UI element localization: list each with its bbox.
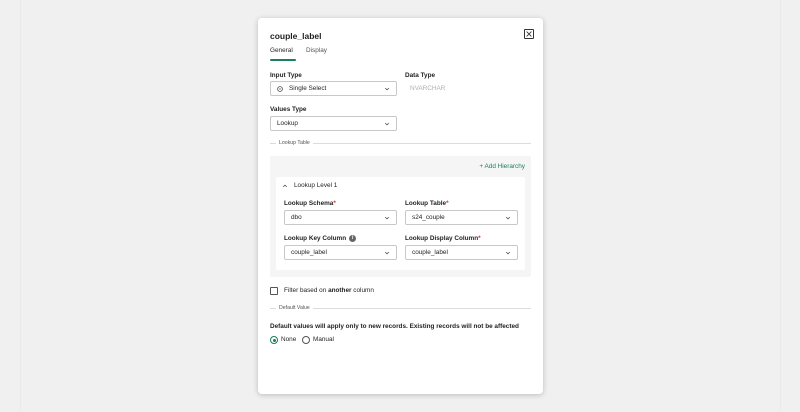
tab-display[interactable]: Display <box>306 47 327 54</box>
radio-manual[interactable] <box>302 336 310 344</box>
info-icon[interactable]: i <box>349 235 357 242</box>
lookup-key-column-select[interactable]: couple_label <box>284 245 397 260</box>
tab-general[interactable]: General <box>270 47 293 54</box>
lookup-schema-value: dbo <box>291 214 302 221</box>
values-type-label: Values Type <box>270 106 307 113</box>
chevron-up-icon[interactable] <box>282 183 288 189</box>
lookup-table-value: s24_couple <box>412 214 445 221</box>
chevron-down-icon <box>384 251 390 255</box>
backdrop-column <box>20 0 21 412</box>
lookup-key-column-label: Lookup Key Column i <box>284 235 357 243</box>
lookup-level-card: Lookup Level 1 Lookup Schema* dbo Lookup… <box>276 177 525 270</box>
radio-manual-label: Manual <box>313 336 334 343</box>
chevron-down-icon <box>384 122 390 126</box>
chevron-down-icon <box>384 87 390 91</box>
active-tab-indicator <box>270 59 296 61</box>
lookup-table-label-text: Lookup Table <box>405 200 447 207</box>
chevron-down-icon <box>384 216 390 220</box>
lookup-display-column-label: Lookup Display Column* <box>405 235 481 242</box>
input-type-select[interactable]: Single Select <box>270 81 397 96</box>
data-type-value: NVARCHAR <box>410 85 446 92</box>
lookup-key-column-value: couple_label <box>291 249 327 256</box>
values-type-select[interactable]: Lookup <box>270 116 397 131</box>
single-select-icon <box>277 85 283 92</box>
input-type-label: Input Type <box>270 72 302 79</box>
lookup-table-label: Lookup Table* <box>405 200 449 207</box>
lookup-schema-label: Lookup Schema* <box>284 200 336 207</box>
chevron-down-icon <box>505 251 511 255</box>
lookup-display-column-value: couple_label <box>412 249 448 256</box>
lookup-key-column-label-text: Lookup Key Column <box>284 235 347 243</box>
filter-label-bold: another <box>328 287 352 294</box>
required-marker: * <box>446 200 449 207</box>
radio-none-label: None <box>281 336 297 343</box>
lookup-schema-select[interactable]: dbo <box>284 210 397 225</box>
required-marker: * <box>478 235 481 242</box>
close-button[interactable] <box>524 29 534 39</box>
data-type-label: Data Type <box>405 72 436 79</box>
add-hierarchy-link[interactable]: + Add Hierarchy <box>479 163 525 170</box>
filter-checkbox[interactable] <box>270 287 278 295</box>
lookup-table-panel: + Add Hierarchy Lookup Level 1 Lookup Sc… <box>270 156 531 277</box>
filter-label-prefix: Filter based on <box>284 287 329 294</box>
close-icon <box>526 31 532 37</box>
lookup-level-title: Lookup Level 1 <box>294 182 338 189</box>
lookup-display-column-select[interactable]: couple_label <box>405 245 518 260</box>
backdrop-column <box>780 0 781 412</box>
lookup-schema-label-text: Lookup Schema <box>284 200 334 207</box>
input-type-value: Single Select <box>289 85 327 92</box>
dialog-title: couple_label <box>270 31 322 41</box>
lookup-table-select[interactable]: s24_couple <box>405 210 518 225</box>
field-properties-dialog: couple_label General Display Input Type … <box>258 18 543 394</box>
filter-checkbox-label: Filter based on another column <box>284 287 374 294</box>
filter-label-suffix: column <box>351 287 374 294</box>
default-value-section-label: Default Value <box>276 305 313 311</box>
lookup-display-column-label-text: Lookup Display Column <box>405 235 479 242</box>
radio-none[interactable] <box>270 336 278 344</box>
required-marker: * <box>333 200 336 207</box>
values-type-value: Lookup <box>277 120 298 127</box>
lookup-table-section-label: Lookup Table <box>276 140 313 146</box>
chevron-down-icon <box>505 216 511 220</box>
default-value-note: Default values will apply only to new re… <box>270 323 519 330</box>
